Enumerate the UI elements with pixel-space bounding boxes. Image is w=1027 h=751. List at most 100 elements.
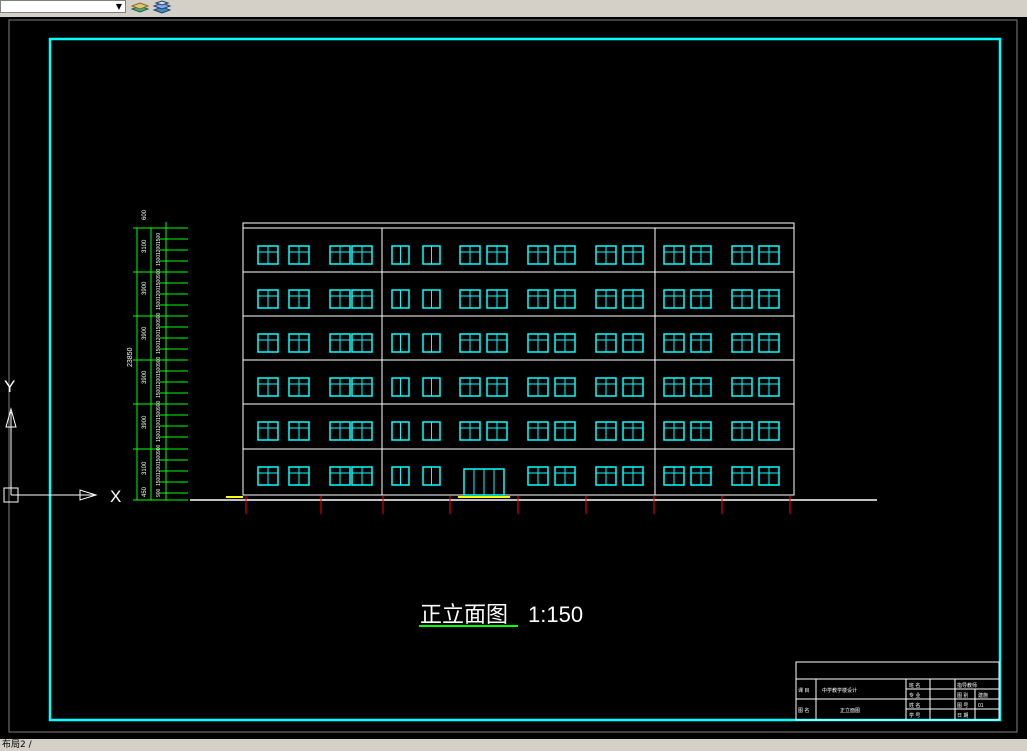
window <box>459 333 481 353</box>
window <box>758 245 780 265</box>
window <box>758 333 780 353</box>
dimension-label: 600 <box>142 209 148 220</box>
title-block-field: 姓 名 <box>909 702 920 709</box>
window <box>288 466 310 486</box>
dimension-label: 450 <box>142 486 148 497</box>
sub-dimension-label: 1500 <box>156 343 162 354</box>
title-block-field: 学 号 <box>909 712 920 719</box>
window <box>351 245 373 265</box>
sub-dimension-label: 1500 <box>156 453 162 464</box>
drawing-title: 正立面图 <box>420 602 508 627</box>
window <box>690 289 712 309</box>
window <box>595 466 617 486</box>
window <box>554 333 576 353</box>
dimension-chain: 23850 4503100390039003900390031006009001… <box>127 209 188 501</box>
title-block-right-field: 指导教师 <box>957 682 977 689</box>
window <box>257 245 279 265</box>
sub-dimension-label: 1200 <box>156 376 162 387</box>
window <box>422 466 441 486</box>
window <box>351 333 373 353</box>
window <box>288 421 310 441</box>
window <box>690 333 712 353</box>
title-block-right-field: 图 号 <box>957 703 968 709</box>
window <box>622 421 644 441</box>
window <box>663 289 685 309</box>
window <box>595 333 617 353</box>
layer-manager-icon[interactable] <box>152 0 172 14</box>
sub-dimension-label: 1200 <box>156 420 162 431</box>
window <box>459 421 481 441</box>
window <box>391 245 410 265</box>
sub-dimension-label: 1500 <box>156 233 162 244</box>
window <box>622 289 644 309</box>
layer-states-icon[interactable] <box>130 0 150 14</box>
window <box>554 421 576 441</box>
title-block-drawing-value: 正立面图 <box>840 707 860 714</box>
window <box>391 289 410 309</box>
window <box>527 333 549 353</box>
window <box>731 421 753 441</box>
window <box>527 245 549 265</box>
window <box>554 245 576 265</box>
chevron-down-icon[interactable]: ▼ <box>114 1 124 12</box>
window <box>595 421 617 441</box>
window <box>758 377 780 397</box>
window <box>758 421 780 441</box>
window <box>351 466 373 486</box>
window <box>329 421 351 441</box>
window <box>329 377 351 397</box>
layer-combobox[interactable]: ▼ <box>0 0 126 13</box>
dimension-label: 3100 <box>142 461 148 475</box>
drawing-canvas[interactable]: 23850 450 3100 3900 3900 3900 3900 3100 600 900 1… <box>0 17 1027 739</box>
y-axis-label: Y <box>4 377 15 396</box>
window <box>758 466 780 486</box>
entrance-door <box>458 468 510 498</box>
window <box>391 333 410 353</box>
building-elevation <box>190 222 877 514</box>
dimension-label: 3900 <box>142 370 148 384</box>
window <box>595 245 617 265</box>
drawing-scale: 1:150 <box>528 602 583 627</box>
title-block-field: 班 名 <box>909 682 920 689</box>
window <box>527 289 549 309</box>
window <box>486 289 508 309</box>
window <box>351 377 373 397</box>
sub-dimension-label: 1200 <box>156 464 162 475</box>
window <box>527 421 549 441</box>
window <box>486 421 508 441</box>
sub-dimension-label: 1500 <box>156 409 162 420</box>
window <box>288 333 310 353</box>
title-block-right-value: 01 <box>978 703 984 709</box>
window <box>690 421 712 441</box>
window <box>257 289 279 309</box>
sub-dimension-label: 1500 <box>156 321 162 332</box>
cad-drawing[interactable]: 23850 4503100390039003900390031006009001… <box>0 17 1027 739</box>
window <box>391 377 410 397</box>
window <box>351 421 373 441</box>
window <box>527 377 549 397</box>
window <box>731 245 753 265</box>
window <box>527 466 549 486</box>
window <box>731 377 753 397</box>
window <box>288 245 310 265</box>
title-block-right-field: 图 别 <box>957 692 968 699</box>
window <box>554 466 576 486</box>
layout-tab[interactable]: 布局2 / <box>2 739 32 751</box>
sub-dimension-label: 1500 <box>156 277 162 288</box>
window <box>391 421 410 441</box>
window <box>486 245 508 265</box>
window <box>622 333 644 353</box>
window <box>391 466 410 486</box>
title-block-right-field: 日 期 <box>957 713 968 719</box>
window <box>731 333 753 353</box>
window <box>329 289 351 309</box>
sub-dimension-label: 900 <box>156 444 162 453</box>
title-block-project-value: 中学教学楼设计 <box>822 687 857 694</box>
window <box>351 289 373 309</box>
window <box>422 421 441 441</box>
title-block: 课 目 中学教学楼设计 图 名 正立面图 班 名 专 业 姓 名 学 号 指导教… <box>795 661 1000 721</box>
sub-dimension-label: 900 <box>156 356 162 365</box>
ucs-icon: Y X <box>3 377 121 506</box>
dimension-label: 3100 <box>142 239 148 253</box>
window <box>459 245 481 265</box>
